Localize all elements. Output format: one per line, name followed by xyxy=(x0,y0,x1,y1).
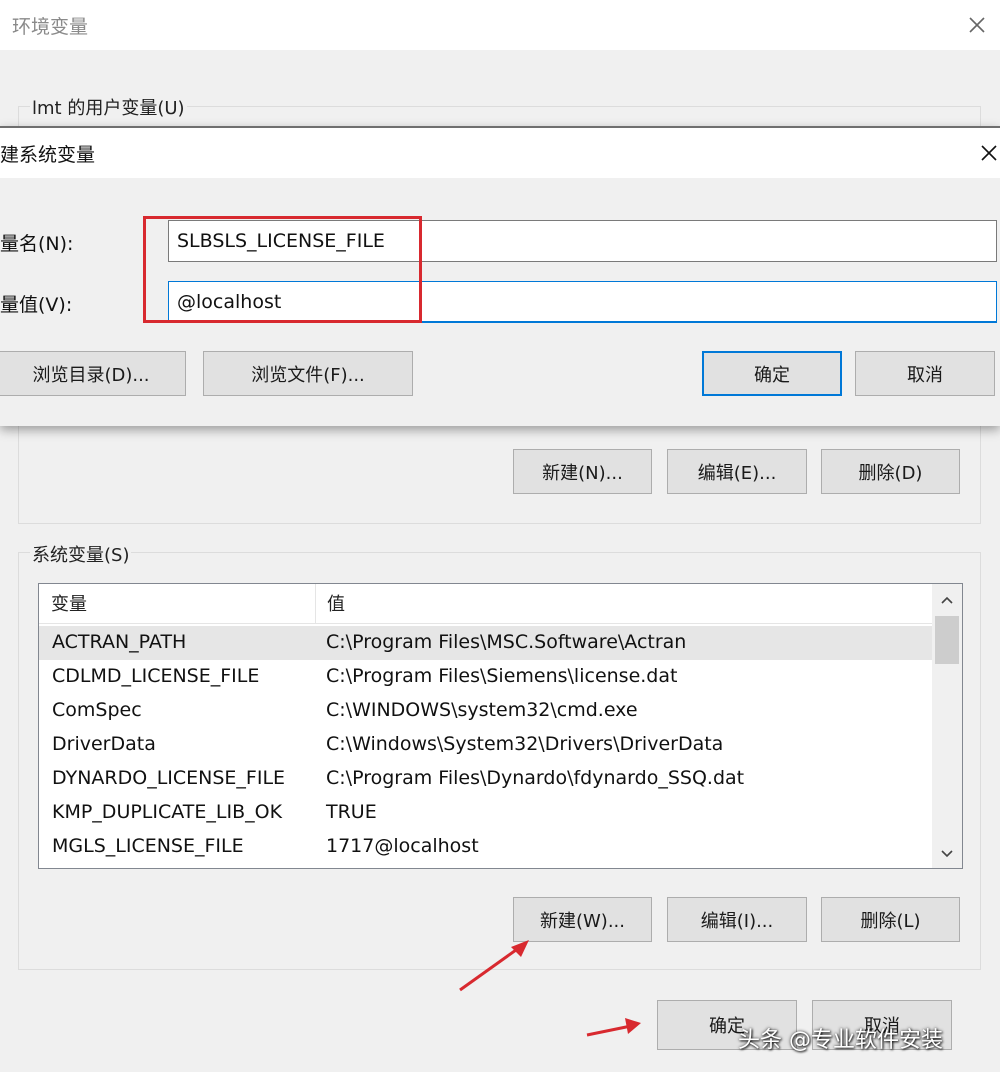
browse-file-button[interactable]: 浏览文件(F)... xyxy=(203,351,413,396)
system-variables-label: 系统变量(S) xyxy=(30,541,132,567)
close-icon[interactable] xyxy=(976,138,1000,168)
new-system-variable-dialog: 建系统变量 量名(N): 量值(V): 浏览目录(D)... 浏览文件(F)..… xyxy=(0,126,1000,426)
window-titlebar: 环境变量 xyxy=(0,0,1000,50)
column-header-value[interactable]: 值 xyxy=(315,584,345,624)
variable-value: 1717@localhost xyxy=(326,835,479,857)
variable-name: MGLS_LICENSE_FILE xyxy=(52,835,244,857)
scroll-down-icon[interactable] xyxy=(932,840,962,868)
column-header-name[interactable]: 变量 xyxy=(39,584,87,624)
variable-name: DriverData xyxy=(52,733,156,755)
system-edit-button[interactable]: 编辑(I)... xyxy=(667,897,807,942)
variable-name-input[interactable] xyxy=(168,220,997,262)
dialog-cancel-button[interactable]: 取消 xyxy=(855,351,995,396)
dialog-titlebar: 建系统变量 xyxy=(0,128,1000,178)
variable-value: C:\Program Files\Siemens\license.dat xyxy=(326,665,678,687)
system-variables-list[interactable]: 变量 值 ACTRAN_PATH C:\Program Files\MSC.So… xyxy=(38,583,963,869)
user-edit-button[interactable]: 编辑(E)... xyxy=(667,449,807,494)
list-header: 变量 值 xyxy=(39,584,932,624)
variable-name: KMP_DUPLICATE_LIB_OK xyxy=(52,801,283,823)
variable-name: CDLMD_LICENSE_FILE xyxy=(52,665,260,687)
variable-name-label: 量名(N): xyxy=(0,233,74,255)
user-delete-button[interactable]: 删除(D) xyxy=(821,449,960,494)
dialog-title: 建系统变量 xyxy=(0,144,96,166)
variable-value: C:\WINDOWS\system32\cmd.exe xyxy=(326,699,638,721)
variable-value: TRUE xyxy=(326,801,377,823)
watermark: 头条 @专业软件安装 xyxy=(738,1028,943,1053)
table-row[interactable]: ACTRAN_PATH C:\Program Files\MSC.Softwar… xyxy=(39,626,932,660)
table-row[interactable]: KMP_DUPLICATE_LIB_OK TRUE xyxy=(39,796,932,830)
window-title: 环境变量 xyxy=(12,16,89,38)
table-row[interactable]: ComSpec C:\WINDOWS\system32\cmd.exe xyxy=(39,694,932,728)
system-new-button[interactable]: 新建(W)... xyxy=(513,897,652,942)
variable-value-label: 量值(V): xyxy=(0,294,73,316)
variable-value-input[interactable] xyxy=(168,281,997,323)
variable-value: C:\Windows\System32\Drivers\DriverData xyxy=(326,733,724,755)
user-variables-label: lmt 的用户变量(U) xyxy=(30,94,187,120)
scrollbar-thumb[interactable] xyxy=(935,616,959,664)
browse-directory-button[interactable]: 浏览目录(D)... xyxy=(0,351,186,396)
variable-name: ACTRAN_PATH xyxy=(52,631,187,653)
table-row[interactable]: DriverData C:\Windows\System32\Drivers\D… xyxy=(39,728,932,762)
variable-value: C:\Program Files\MSC.Software\Actran xyxy=(326,631,687,653)
close-icon[interactable] xyxy=(962,10,992,40)
user-new-button[interactable]: 新建(N)... xyxy=(513,449,652,494)
table-row[interactable]: DYNARDO_LICENSE_FILE C:\Program Files\Dy… xyxy=(39,762,932,796)
variable-value: C:\Program Files\Dynardo\fdynardo_SSQ.da… xyxy=(326,767,745,789)
system-delete-button[interactable]: 删除(L) xyxy=(821,897,960,942)
table-row[interactable]: CDLMD_LICENSE_FILE C:\Program Files\Siem… xyxy=(39,660,932,694)
scroll-up-icon[interactable] xyxy=(932,586,962,614)
variable-name: DYNARDO_LICENSE_FILE xyxy=(52,767,286,789)
variable-name: ComSpec xyxy=(52,699,142,721)
table-row[interactable]: MGLS_LICENSE_FILE 1717@localhost xyxy=(39,830,932,864)
dialog-ok-button[interactable]: 确定 xyxy=(702,351,842,396)
